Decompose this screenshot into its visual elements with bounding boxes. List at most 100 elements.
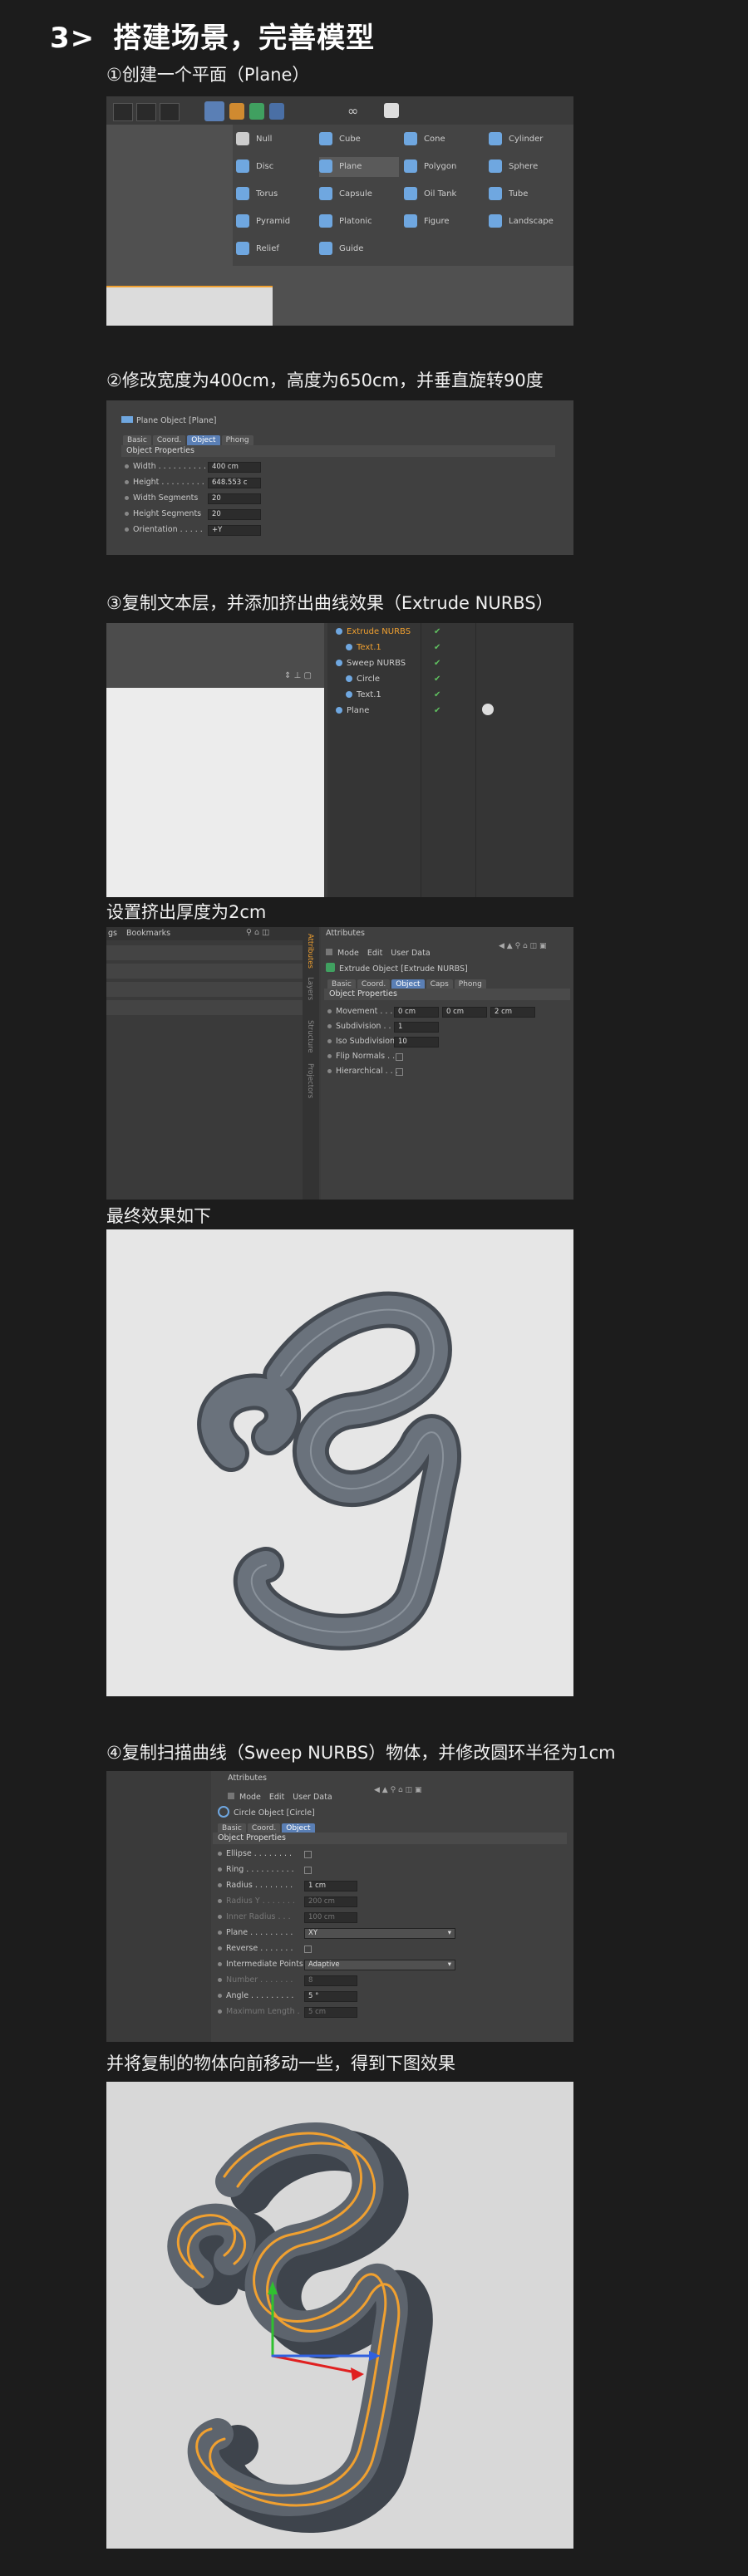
property-value-field[interactable]: 20 <box>208 509 261 520</box>
menu-item[interactable]: gs <box>108 929 117 938</box>
camera-icon[interactable] <box>384 103 399 118</box>
infinity-icon[interactable]: ∞ <box>347 103 372 120</box>
material-tag-icon[interactable] <box>482 704 494 715</box>
property-value-field[interactable]: 20 <box>208 493 261 504</box>
menu-item-platonic[interactable]: Platonic <box>319 212 399 232</box>
pen-tool-icon[interactable] <box>229 103 244 120</box>
menu-item-disc[interactable]: Disc <box>236 157 316 177</box>
keyframe-dot-icon[interactable] <box>327 1039 332 1043</box>
object-tree-item[interactable]: Extrude NURBS ✔ <box>336 626 440 638</box>
nav-icons[interactable]: ◀ ▲ ⚲ ⌂ ◫ ▣ <box>499 942 546 950</box>
nav-icons[interactable]: ◀ ▲ ⚲ ⌂ ◫ ▣ <box>374 1786 421 1794</box>
keyframe-dot-icon[interactable] <box>218 1852 222 1856</box>
keyframe-dot-icon[interactable] <box>218 1994 222 1998</box>
keyframe-dot-icon[interactable] <box>218 1978 222 1982</box>
property-checkbox[interactable] <box>396 1068 403 1076</box>
menu-item-guide[interactable]: Guide <box>319 239 399 259</box>
menu-bookmarks[interactable]: Bookmarks <box>126 929 170 938</box>
property-value-field[interactable]: 0 cm <box>394 1007 439 1018</box>
clapper-icon[interactable] <box>113 103 133 121</box>
menu-item-landscape[interactable]: Landscape <box>489 212 568 232</box>
side-tab-layers[interactable]: Layers <box>306 977 314 1000</box>
menu-edit[interactable]: Edit <box>367 949 382 958</box>
visibility-check-icon[interactable]: ✔ <box>434 674 440 685</box>
keyframe-dot-icon[interactable] <box>125 512 129 516</box>
keyframe-dot-icon[interactable] <box>125 464 129 469</box>
keyframe-dot-icon[interactable] <box>218 1962 222 1966</box>
property-value-field[interactable]: 8 <box>304 1975 357 1986</box>
keyframe-dot-icon[interactable] <box>218 1915 222 1919</box>
menu-item-relief[interactable]: Relief <box>236 239 316 259</box>
property-value-field[interactable]: 1 cm <box>304 1881 357 1892</box>
visibility-check-icon[interactable]: ✔ <box>434 642 440 654</box>
property-dropdown[interactable]: Adaptive ▾ <box>304 1960 455 1970</box>
visibility-check-icon[interactable]: ✔ <box>434 705 440 717</box>
menu-item-polygon[interactable]: Polygon <box>404 157 484 177</box>
menu-item-plane[interactable]: Plane <box>319 157 399 177</box>
property-value-field[interactable]: 200 cm <box>304 1896 357 1907</box>
keyframe-dot-icon[interactable] <box>218 2009 222 2014</box>
visibility-check-icon[interactable]: ✔ <box>434 626 440 638</box>
keyframe-dot-icon[interactable] <box>327 1009 332 1013</box>
property-checkbox[interactable] <box>396 1053 403 1061</box>
object-tree-item[interactable]: Plane ✔ <box>336 705 440 717</box>
menu-mode[interactable]: Mode <box>239 1793 261 1802</box>
menu-item-sphere[interactable]: Sphere <box>489 157 568 177</box>
side-tab-structure[interactable]: Structure <box>306 1020 314 1053</box>
keyframe-dot-icon[interactable] <box>327 1054 332 1058</box>
keyframe-dot-icon[interactable] <box>125 527 129 532</box>
menu-mode[interactable]: Mode <box>337 949 359 958</box>
keyframe-dot-icon[interactable] <box>218 1931 222 1935</box>
keyframe-dot-icon[interactable] <box>218 1946 222 1950</box>
menu-item-pyramid[interactable]: Pyramid <box>236 212 316 232</box>
keyframe-dot-icon[interactable] <box>327 1069 332 1073</box>
menu-item-oil-tank[interactable]: Oil Tank <box>404 184 484 204</box>
property-value-field[interactable]: 100 cm <box>304 1912 357 1923</box>
keyframe-dot-icon[interactable] <box>327 1024 332 1028</box>
object-tree-item[interactable]: Circle ✔ <box>346 674 440 685</box>
menu-item-cone[interactable]: Cone <box>404 130 484 150</box>
property-value-field[interactable]: 2 cm <box>490 1007 535 1018</box>
deformer-tool-icon[interactable] <box>269 103 284 120</box>
menu-item-cylinder[interactable]: Cylinder <box>489 130 568 150</box>
menu-edit[interactable]: Edit <box>269 1793 284 1802</box>
property-value-field[interactable]: 648.553 c <box>208 478 261 488</box>
property-value-field[interactable]: 5 ° <box>304 1991 357 2002</box>
menu-item-figure[interactable]: Figure <box>404 212 484 232</box>
property-value-field[interactable]: 0 cm <box>442 1007 487 1018</box>
property-checkbox[interactable] <box>304 1851 312 1858</box>
property-value-field[interactable]: 400 cm <box>208 462 261 473</box>
menu-item-capsule[interactable]: Capsule <box>319 184 399 204</box>
property-checkbox[interactable] <box>304 1945 312 1953</box>
render-icon[interactable] <box>136 103 156 121</box>
side-tab-projectors[interactable]: Projectors <box>306 1063 314 1098</box>
property-checkbox[interactable] <box>304 1867 312 1874</box>
object-tree-item[interactable]: Text.1 ✔ <box>346 642 440 654</box>
menu-grid-icon[interactable] <box>228 1792 234 1799</box>
menu-item-null[interactable]: Null <box>236 130 316 150</box>
keyframe-dot-icon[interactable] <box>218 1867 222 1872</box>
menu-user-data[interactable]: User Data <box>293 1793 332 1802</box>
side-tab-attributes[interactable]: Attributes <box>306 934 314 969</box>
viewport-nav-icons[interactable]: ⇕ ⊥ ▢ <box>284 671 322 683</box>
menu-grid-icon[interactable] <box>326 948 332 955</box>
property-dropdown[interactable]: XY ▾ <box>304 1928 455 1939</box>
nurbs-tool-icon[interactable] <box>249 103 264 120</box>
render-settings-icon[interactable] <box>160 103 180 121</box>
keyframe-dot-icon[interactable] <box>125 496 129 500</box>
menu-item-torus[interactable]: Torus <box>236 184 316 204</box>
keyframe-dot-icon[interactable] <box>218 1883 222 1887</box>
visibility-check-icon[interactable]: ✔ <box>434 689 440 701</box>
property-value-field[interactable]: 1 <box>394 1022 439 1033</box>
property-value-field[interactable]: 5 cm <box>304 2007 357 2018</box>
search-icon[interactable]: ⚲ ⌂ ◫ <box>246 928 269 937</box>
visibility-check-icon[interactable]: ✔ <box>434 658 440 670</box>
property-value-field[interactable]: 10 <box>394 1037 439 1048</box>
menu-item-tube[interactable]: Tube <box>489 184 568 204</box>
object-tree-item[interactable]: Sweep NURBS ✔ <box>336 658 440 670</box>
menu-user-data[interactable]: User Data <box>391 949 430 958</box>
property-value-field[interactable]: +Y <box>208 525 261 536</box>
object-tree-item[interactable]: Text.1 ✔ <box>346 689 440 701</box>
keyframe-dot-icon[interactable] <box>218 1899 222 1903</box>
menu-item-cube[interactable]: Cube <box>319 130 399 150</box>
